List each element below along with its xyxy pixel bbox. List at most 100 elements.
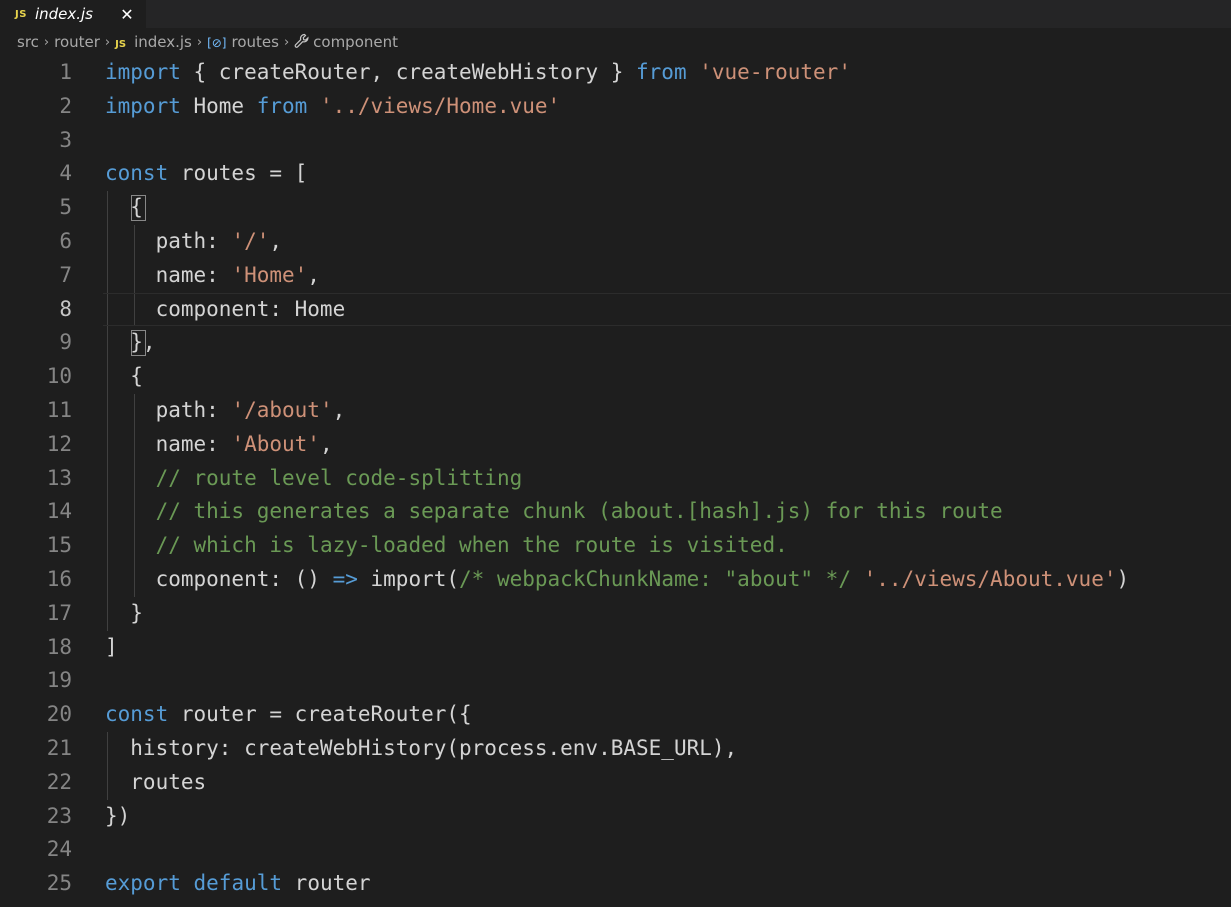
code-text: import { createRouter, createWebHistory … — [105, 56, 851, 90]
code-line[interactable]: 7 name: 'Home', — [0, 259, 1231, 293]
code-token: }) — [105, 803, 131, 828]
code-line[interactable]: 5 { — [0, 191, 1231, 225]
code-text: { — [105, 360, 143, 394]
code-line[interactable]: 18] — [0, 631, 1231, 665]
code-line[interactable]: 12 name: 'About', — [0, 428, 1231, 462]
code-line[interactable]: 4 const routes = [ — [0, 157, 1231, 191]
javascript-file-icon: JS — [15, 8, 27, 20]
code-line[interactable]: 24 — [0, 833, 1231, 867]
chevron-right-icon: › — [283, 34, 290, 50]
bracket-match-highlight — [131, 195, 146, 221]
chevron-right-icon: › — [43, 34, 50, 50]
line-number: 1 — [59, 60, 72, 84]
breadcrumb-item-component[interactable]: component — [294, 33, 398, 51]
code-token: history: createWebHistory(process.env.BA… — [105, 736, 738, 760]
code-line[interactable]: 14 // this generates a separate chunk (a… — [0, 495, 1231, 529]
code-token: const — [105, 161, 169, 186]
code-token: Home — [180, 93, 257, 118]
code-line[interactable]: 1 import { createRouter, createWebHistory… — [0, 56, 1231, 90]
code-token: '../views/About.vue' — [863, 567, 1117, 591]
code-line[interactable]: 16 component: () => import(/* webpackChu… — [0, 563, 1231, 597]
code-text: export default router — [105, 867, 371, 901]
code-line[interactable]: 15 // which is lazy-loaded when the rout… — [0, 529, 1231, 563]
code-line[interactable]: 2 import Home from '../views/Home.vue' — [0, 90, 1231, 124]
line-number: 24 — [46, 837, 72, 862]
wrench-icon — [294, 33, 310, 51]
code-token: import( — [357, 567, 460, 591]
code-token: , — [319, 431, 333, 456]
close-icon[interactable]: ✕ — [118, 0, 136, 28]
code-token: default — [193, 871, 283, 896]
code-line[interactable]: 13 // route level code-splitting — [0, 462, 1231, 496]
code-line[interactable]: 11 path: '/about', — [0, 394, 1231, 428]
code-token: { createRouter, createWebHistory } — [180, 60, 637, 84]
line-number: 18 — [46, 634, 72, 659]
code-line[interactable]: 20 const router = createRouter({ — [0, 698, 1231, 732]
code-line[interactable]: 10 { — [0, 360, 1231, 394]
code-token: import — [105, 93, 181, 118]
code-text: import Home from '../views/Home.vue' — [105, 90, 560, 124]
breadcrumb-item-label: index.js — [134, 33, 192, 51]
code-token: component: () — [105, 567, 333, 591]
code-text: component: Home — [105, 293, 346, 327]
code-text: }) — [105, 800, 130, 834]
breadcrumb-item-label: component — [313, 33, 398, 51]
code-line[interactable]: 25 export default router — [0, 867, 1231, 901]
code-token: { — [105, 364, 143, 389]
code-text: path: '/about', — [105, 394, 346, 428]
code-line[interactable]: 9 }, — [0, 326, 1231, 360]
line-number: 25 — [46, 871, 72, 896]
breadcrumb-item-src[interactable]: src — [17, 33, 39, 51]
code-token: path: — [105, 398, 232, 422]
line-number: 19 — [46, 668, 72, 693]
code-editor[interactable]: 1 import { createRouter, createWebHistory… — [0, 56, 1231, 907]
code-line[interactable]: 21 history: createWebHistory(process.env… — [0, 732, 1231, 766]
code-token: routes — [105, 769, 207, 794]
line-number: 4 — [59, 161, 72, 186]
code-line[interactable]: 22 routes — [0, 766, 1231, 800]
code-line[interactable]: 6 path: '/', — [0, 225, 1231, 259]
line-number: 2 — [59, 93, 72, 118]
code-token: router = createRouter({ — [168, 702, 472, 727]
code-token: export — [105, 871, 181, 896]
code-text: path: '/', — [105, 225, 282, 259]
code-token: router — [282, 871, 371, 896]
code-text: // which is lazy-loaded when the route i… — [105, 529, 788, 563]
code-token: // route level code-splitting — [155, 465, 523, 490]
line-number: 22 — [46, 769, 72, 794]
line-number: 13 — [46, 465, 72, 490]
line-number: 6 — [59, 229, 72, 253]
code-token: 'Home' — [231, 262, 308, 287]
code-token: '/about' — [231, 398, 333, 422]
breadcrumb-item-label: routes — [231, 33, 279, 51]
tab-index-js[interactable]: JS index.js ✕ — [0, 0, 146, 28]
code-line[interactable]: 3 — [0, 124, 1231, 158]
breadcrumb-item-routes[interactable]: [⊘] routes — [207, 33, 279, 51]
code-text: routes — [105, 766, 206, 800]
line-number: 7 — [59, 262, 72, 287]
code-token: // this generates a separate chunk (abou… — [155, 499, 1003, 524]
breadcrumb-item-router[interactable]: router — [54, 33, 100, 51]
code-token: ] — [105, 634, 118, 659]
code-text: // this generates a separate chunk (abou… — [105, 495, 1003, 529]
code-token: const — [105, 702, 169, 727]
code-line[interactable]: 19 — [0, 664, 1231, 698]
breadcrumb-item-index-js[interactable]: JS index.js — [115, 33, 192, 51]
breadcrumb: src › router › JS index.js › [⊘] routes › … — [0, 28, 1231, 56]
code-token: 'vue-router' — [699, 60, 851, 84]
code-token: 'About' — [231, 431, 320, 456]
code-token: '/' — [231, 229, 270, 253]
code-line[interactable]: 23}) — [0, 800, 1231, 834]
code-text: ] — [105, 631, 118, 665]
code-text: const router = createRouter({ — [105, 698, 472, 732]
tab-label: index.js — [34, 5, 93, 23]
code-line[interactable]: 17 } — [0, 597, 1231, 631]
code-token: , — [269, 229, 283, 253]
line-number: 23 — [46, 803, 72, 828]
code-line[interactable]: 8 component: Home — [0, 292, 1231, 327]
line-number: 11 — [46, 398, 72, 422]
code-token: => — [332, 567, 358, 591]
